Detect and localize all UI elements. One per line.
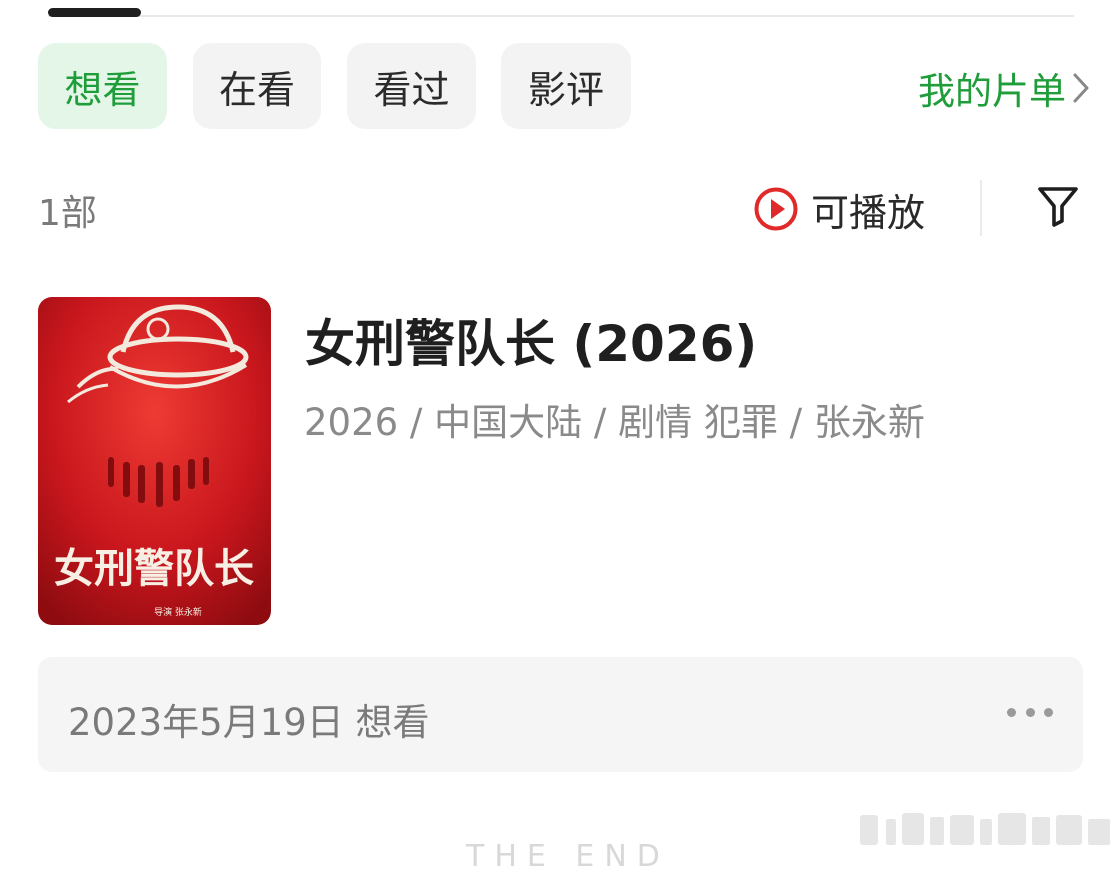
- tab-reviews[interactable]: 影评: [501, 43, 631, 129]
- my-list-label: 我的片单: [918, 70, 1066, 113]
- playable-label: 可播放: [811, 190, 926, 235]
- tab-label: 影评: [527, 67, 604, 112]
- my-list-link[interactable]: 我的片单: [918, 60, 1090, 116]
- movie-title[interactable]: 女刑警队长 (2026): [305, 304, 757, 376]
- end-text: THE END: [466, 839, 670, 874]
- tab-watching[interactable]: 在看: [193, 43, 321, 129]
- tab-watched[interactable]: 看过: [347, 43, 476, 129]
- tab-label: 在看: [218, 67, 295, 112]
- playable-filter-toggle[interactable]: 可播放: [753, 183, 925, 235]
- tab-want-to-watch[interactable]: 想看: [38, 43, 167, 129]
- play-circle-icon: [753, 186, 799, 232]
- top-divider: [48, 15, 1074, 17]
- poster-title-art: 女刑警队长: [54, 545, 254, 592]
- watermark-icon: [860, 813, 1110, 845]
- movie-poster[interactable]: 女刑警队长 导演 张永新: [38, 297, 271, 625]
- tab-label: 想看: [64, 67, 141, 112]
- record-date-status: 2023年5月19日 想看: [68, 701, 430, 744]
- chevron-right-icon: [1072, 72, 1090, 104]
- item-count: 1部: [38, 193, 97, 234]
- header-divider: [980, 180, 982, 236]
- poster-credit: 导演 张永新: [154, 606, 202, 618]
- filter-funnel-icon[interactable]: [1036, 184, 1080, 228]
- want-record-card: 2023年5月19日 想看: [38, 657, 1083, 772]
- tab-label: 看过: [373, 67, 450, 112]
- movie-meta: 2026 / 中国大陆 / 剧情 犯罪 / 张永新: [304, 401, 925, 444]
- tab-indicator-bar: [48, 8, 141, 17]
- more-dots-icon[interactable]: [1007, 697, 1053, 727]
